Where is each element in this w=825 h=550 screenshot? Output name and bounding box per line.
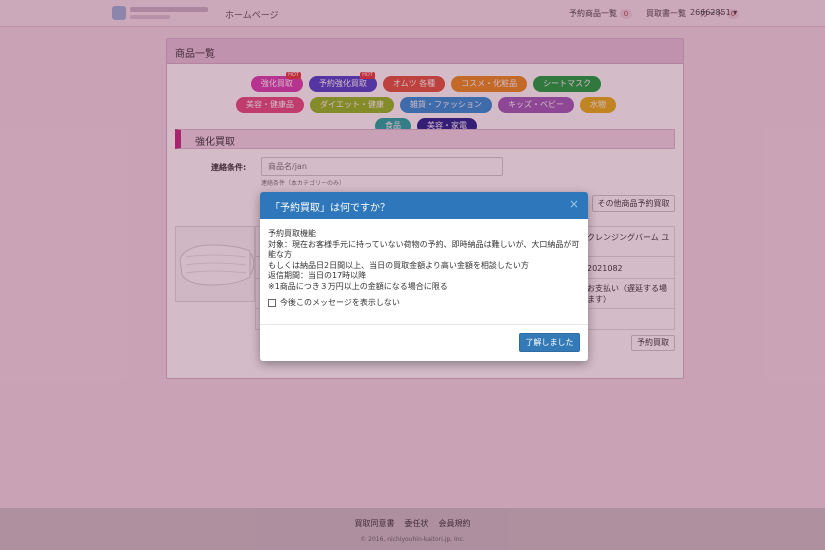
acknowledge-button[interactable]: 了解しました (519, 333, 580, 352)
modal-header: 「予約買取」は何ですか？ × (260, 192, 588, 219)
reserve-info-modal: 「予約買取」は何ですか？ × 予約買取機能 対象：現在お客様手元に持っていない荷… (260, 192, 588, 361)
modal-text-line: ※1商品につき３万円以上の金額になる場合に限る (268, 281, 448, 291)
modal-body: 予約買取機能 対象：現在お客様手元に持っていない荷物の予約、即時納品は難しいが、… (260, 219, 588, 325)
dont-show-again-checkbox[interactable] (268, 299, 276, 308)
dont-show-again-row[interactable]: 今後このメッセージを表示しない (268, 298, 580, 309)
close-icon[interactable]: × (569, 197, 579, 211)
checkbox-label: 今後このメッセージを表示しない (280, 298, 400, 307)
modal-text-line: もしくは納品日2日間以上、当日の買取金額より高い金額を相談したい方 (268, 260, 529, 270)
modal-title: 「予約買取」は何ですか？ (270, 203, 390, 214)
modal-text-line: 予約買取機能 (268, 229, 316, 238)
modal-text-line: 返信期間：当日の17時以降 (268, 271, 367, 280)
modal-footer: 了解しました (260, 325, 588, 361)
modal-text-line: 対象：現在お客様手元に持っていない荷物の予約、即時納品は難しいが、大口納品が可能… (268, 239, 580, 260)
